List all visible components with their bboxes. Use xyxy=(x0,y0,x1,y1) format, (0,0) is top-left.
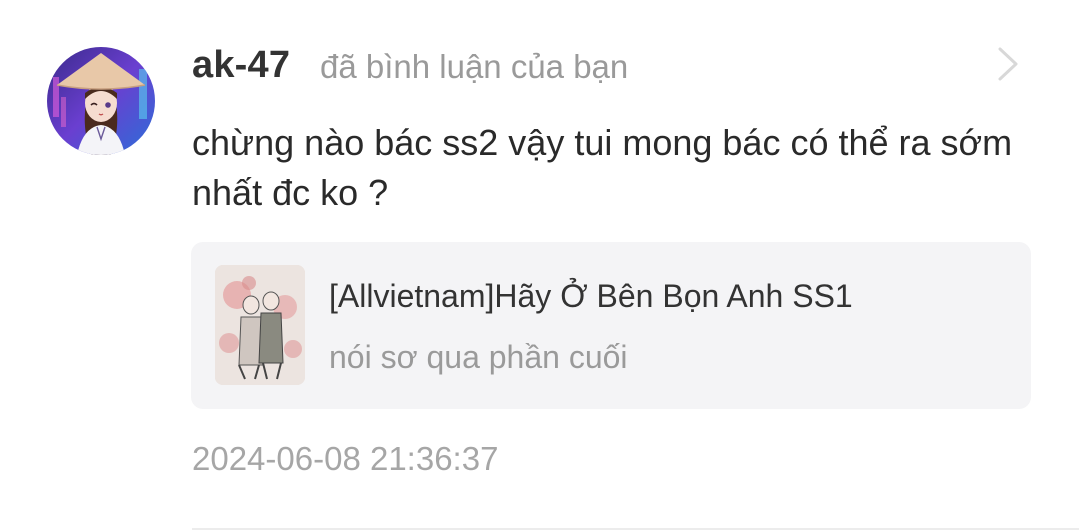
avatar-image xyxy=(47,47,155,155)
user-avatar[interactable] xyxy=(47,47,155,155)
comment-text: chừng nào bác ss2 vậy tui mong bác có th… xyxy=(192,122,1013,213)
divider xyxy=(192,528,1079,530)
referenced-post-card[interactable]: [Allvietnam]Hãy Ở Bên Bọn Anh SS1 nói sơ… xyxy=(191,242,1031,409)
username[interactable]: ak-47 xyxy=(192,44,290,87)
chevron-right-icon[interactable] xyxy=(994,46,1022,82)
post-title: [Allvietnam]Hãy Ở Bên Bọn Anh SS1 xyxy=(329,278,853,314)
timestamp: 2024-06-08 21:36:37 xyxy=(192,440,499,477)
post-subtitle: nói sơ qua phần cuối xyxy=(329,339,628,375)
comment-notification[interactable]: ak-47 đã bình luận của bạn chừng nào bác… xyxy=(0,0,1079,532)
story-cover-thumbnail xyxy=(215,265,305,385)
action-text: đã bình luận của bạn xyxy=(320,48,629,85)
